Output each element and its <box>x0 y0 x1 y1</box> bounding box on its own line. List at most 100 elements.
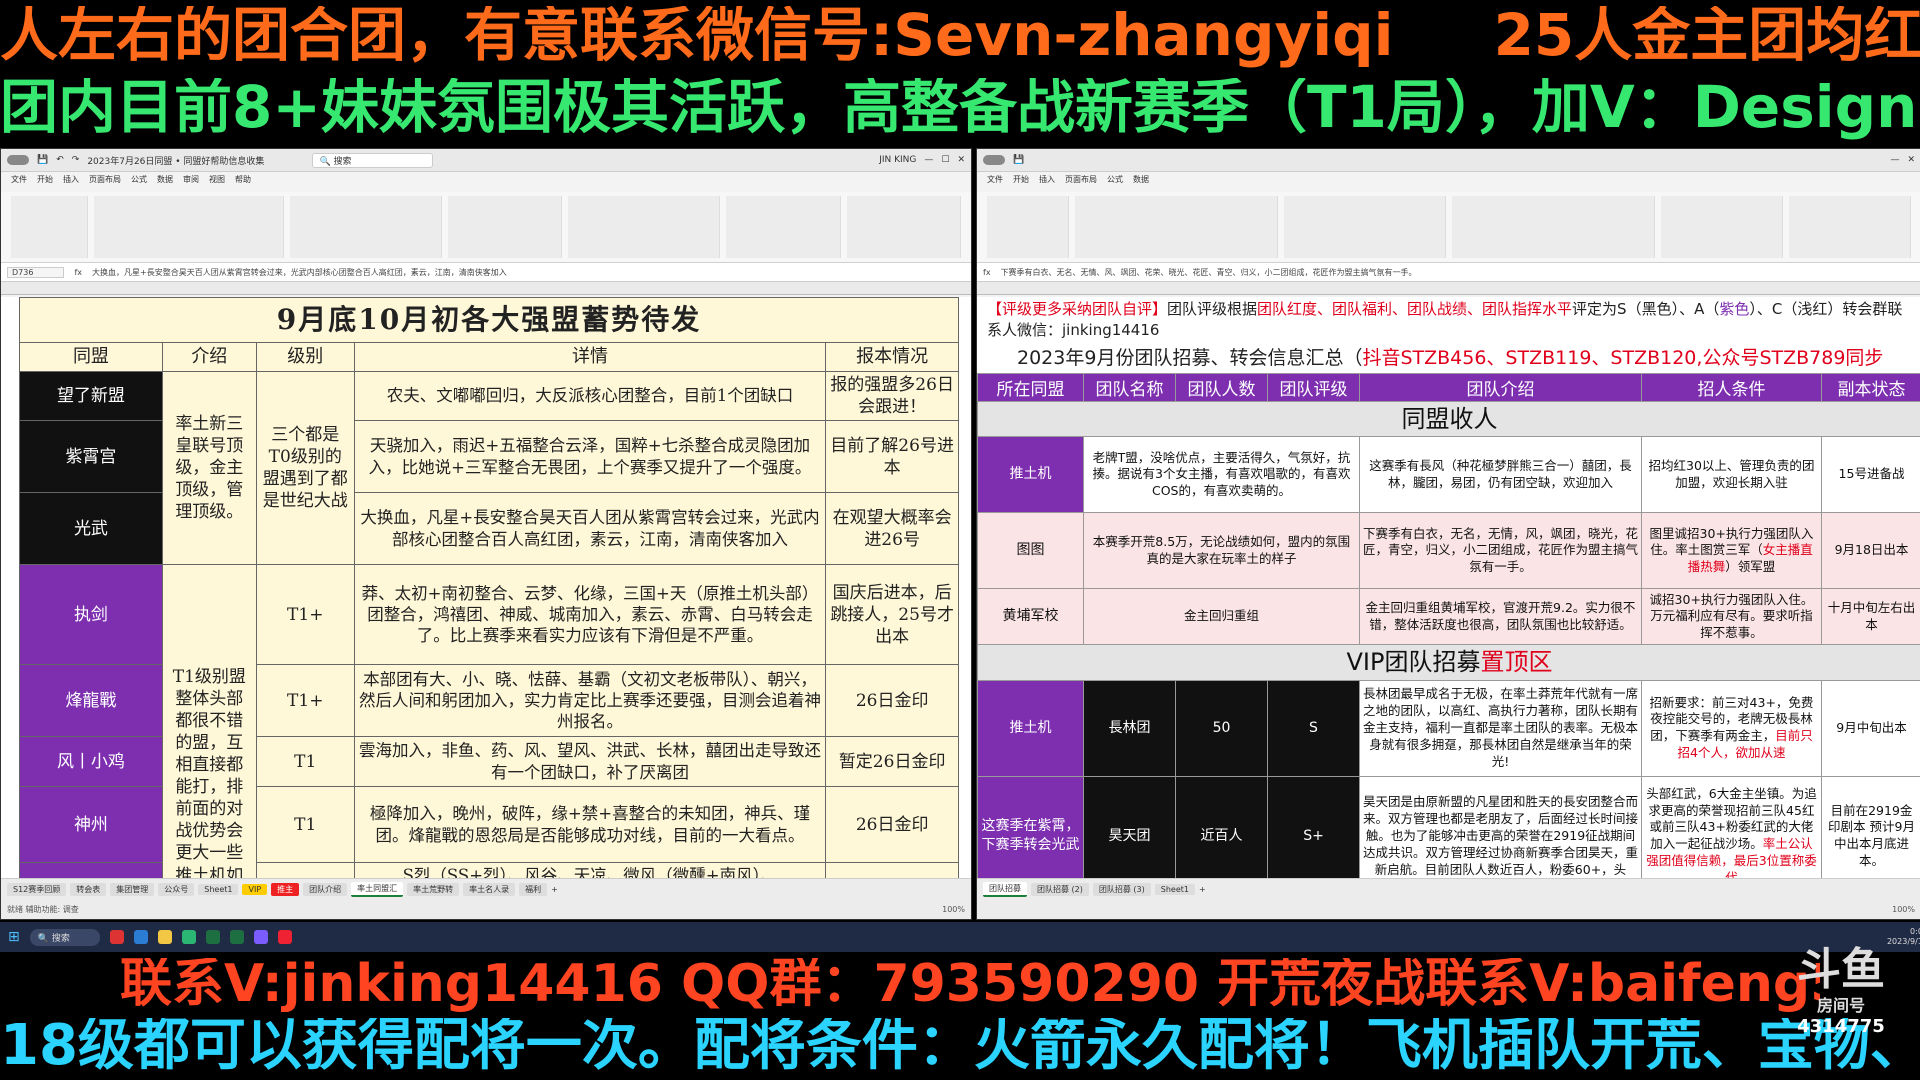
menu-page-layout[interactable]: 页面布局 <box>89 174 121 190</box>
menu-data[interactable]: 数据 <box>1133 174 1149 190</box>
level-cell[interactable] <box>255 862 355 879</box>
sheet-area[interactable]: 9月底10月初各大强盟蓄势待发 同盟 介绍 级别 详情 报本情况 望了新盟 率土… <box>1 297 971 879</box>
formula-bar[interactable]: D736 fx 大换血，凡星+長安整合昊天百人团从紫霄宫转会过来，光武内部核心团… <box>1 263 971 282</box>
team-name[interactable]: 長林团 <box>1083 679 1176 777</box>
redo-icon[interactable]: ↷ <box>72 155 80 165</box>
maximize-icon[interactable]: ☐ <box>941 155 949 165</box>
status-cell[interactable]: 在观望大概率会进26号 <box>825 492 959 566</box>
menu-insert[interactable]: 插入 <box>1039 174 1055 190</box>
minimize-icon[interactable]: — <box>924 155 933 165</box>
sheet-tab[interactable]: 团队介绍 <box>303 882 348 896</box>
sheet-tab[interactable]: Sheet1 <box>1154 883 1195 895</box>
team-count[interactable]: 50 <box>1175 679 1268 777</box>
name-box[interactable]: D736 <box>7 266 65 278</box>
ribbon-editing[interactable] <box>846 196 961 258</box>
sheet-tab[interactable]: 率土荒野转 <box>407 882 460 896</box>
alliance-intro[interactable]: 金主回归重组 <box>1083 588 1360 646</box>
level-cell[interactable]: T1 <box>255 736 355 788</box>
sheet-tab[interactable]: 集团管理 <box>110 882 155 896</box>
formula-bar[interactable]: fx 下赛季有白衣、无名、无情、风、飒团、花荣、晓光、花匠、青空、归义，小二团组… <box>977 263 1920 282</box>
ribbon-cells[interactable] <box>726 196 841 258</box>
requirements[interactable]: 招均红30以上、管理负责的团加盟，欢迎长期入驻 <box>1641 436 1822 514</box>
detail-cell[interactable]: 本部团有大、小、晓、怯薛、基霸（文初文老板带队）、朝兴，然后人间和躬团加入，实力… <box>353 664 827 738</box>
detail-cell[interactable]: S烈（SS+烈）、风谷、天凉、微风（微醺+南风）、 <box>353 862 827 879</box>
menu-file[interactable]: 文件 <box>11 174 27 190</box>
alliance-name[interactable]: 推土机 <box>977 679 1084 777</box>
detail-cell[interactable]: 莽、太初+南初整合、云梦、化缘，三国+天（原推土机头部）团整合，鸿禧团、神威、城… <box>353 564 827 666</box>
sheet-area[interactable]: 【评级更多采纳团队自评】团队评级根据团队红度、团队福利、团队战绩、团队指挥水平评… <box>977 297 1920 879</box>
ribbon-cells[interactable] <box>1660 196 1783 258</box>
alliance-name[interactable]: 烽龍戰 <box>19 664 163 738</box>
ribbon-clipboard[interactable] <box>11 196 88 258</box>
zoom-level[interactable]: 100% <box>1892 905 1915 914</box>
menu-home[interactable]: 开始 <box>37 174 53 190</box>
requirements[interactable]: 诚招30+执行力强团队入住。万元福利应有尽有。要求听指挥不惹事。 <box>1641 588 1822 646</box>
menu-review[interactable]: 审阅 <box>183 174 199 190</box>
level-cell[interactable]: T1+ <box>255 564 355 666</box>
intro-cell[interactable]: 率土新三皇联号顶级，金主顶级，管理顶级。 <box>161 370 257 566</box>
menu-formulas[interactable]: 公式 <box>131 174 147 190</box>
save-icon[interactable]: 💾 <box>1013 155 1024 165</box>
undo-icon[interactable]: ↶ <box>56 155 64 165</box>
detail-cell[interactable]: 天骁加入，雨迟+五福整合云泽，国粹+七杀整合成灵隐团加入，比她说+三军整合无畏团… <box>353 420 827 494</box>
requirements[interactable]: 头部红武，6大金主坐镇。为追求更高的荣誉现招前三队45红或前三队43+粉委红武的… <box>1641 775 1822 879</box>
detail-cell[interactable]: 雲海加入，非鱼、药、风、望风、洪武、长林，囍团出走导致还有一个团缺口，补了厌离团 <box>353 736 827 788</box>
sheet-tab[interactable]: S12赛季回顾 <box>7 882 67 896</box>
menu-view[interactable]: 视图 <box>209 174 225 190</box>
ribbon-font[interactable] <box>1074 196 1278 258</box>
app-icon[interactable] <box>109 930 124 944</box>
alliance-name[interactable] <box>19 862 163 879</box>
menu-data[interactable]: 数据 <box>157 174 173 190</box>
status-cell[interactable]: 目前了解26号进本 <box>825 420 959 494</box>
excel-icon[interactable] <box>229 930 244 944</box>
alliance-name[interactable]: 望了新盟 <box>19 370 163 422</box>
autosave-toggle[interactable] <box>983 155 1005 165</box>
add-sheet-icon[interactable]: + <box>551 885 558 894</box>
alliance-name[interactable]: 黄埔军校 <box>977 588 1084 646</box>
requirements[interactable]: 图里诚招30+执行力强团队入住。率土图赏三军（女主播直播热舞）领军盟 <box>1641 512 1822 590</box>
sheet-tab-vip[interactable]: VIP <box>242 883 268 895</box>
alliance-name[interactable]: 图图 <box>977 512 1084 590</box>
ribbon-alignment[interactable] <box>1283 196 1446 258</box>
status-cell[interactable]: 暂定26日金印 <box>825 736 959 788</box>
intro-cell[interactable]: T1级别盟整体头部都很不错的盟，互相直接都能打，排前面的对战优势会更大一些推土机… <box>161 564 257 879</box>
close-icon[interactable]: ✕ <box>1907 155 1915 165</box>
sheet-tab[interactable]: 团队招募 (2) <box>1031 882 1089 896</box>
detail-cell[interactable]: 农夫、文嘟嘟回归，大反派核心团整合，目前1个团缺口 <box>353 370 827 422</box>
detail-cell[interactable]: 極降加入，晚州，破阵，缘+禁+喜整合的未知团，神兵、瑾团。烽龍戰的恩怨局是否能够… <box>353 786 827 864</box>
sheet-tab[interactable]: 福利 <box>519 882 548 896</box>
save-icon[interactable]: 💾 <box>37 155 48 165</box>
alliance-name[interactable]: 神州 <box>19 786 163 864</box>
ribbon-styles[interactable] <box>568 196 721 258</box>
zoom-level[interactable]: 100% <box>942 905 965 914</box>
alliance-name[interactable]: 光武 <box>19 492 163 566</box>
clock[interactable]: 0:09 2023/9/19 <box>1887 927 1920 946</box>
detail-cell[interactable]: 大换血，凡星+長安整合昊天百人团从紫霄宫转会过来，光武内部核心团整合百人高红团，… <box>353 492 827 566</box>
taskbar-search[interactable]: 🔍 搜索 <box>29 928 100 946</box>
search-box[interactable]: 🔍 搜索 <box>312 152 433 168</box>
ribbon-number[interactable] <box>447 196 563 258</box>
formula-content[interactable]: 下赛季有白衣、无名、无情、风、飒团、花荣、晓光、花匠、青空、归义，小二团组成，花… <box>1001 267 1417 278</box>
app-icon[interactable] <box>253 930 268 944</box>
sheet-tab-active[interactable]: 团队招募 <box>983 881 1027 897</box>
team-intro[interactable]: 昊天团是由原新盟的凡星团和胜天的長安团整合而来。双方管理也都是老朋友了，后面经过… <box>1359 775 1642 879</box>
level-cell[interactable]: 三个都是T0级别的盟遇到了都是世纪大战 <box>255 370 355 566</box>
status-cell[interactable]: 26日金印 <box>825 664 959 738</box>
team-rating[interactable]: S <box>1267 679 1360 777</box>
instance-status[interactable]: 9月中旬出本 <box>1821 679 1920 777</box>
autosave-toggle[interactable] <box>7 155 29 165</box>
alliance-name[interactable]: 风丨小鸡 <box>19 736 163 788</box>
folder-icon[interactable] <box>157 930 172 944</box>
excel-icon[interactable] <box>205 930 220 944</box>
app-icon[interactable] <box>133 930 148 944</box>
minimize-icon[interactable]: — <box>1890 155 1899 165</box>
ribbon-alignment[interactable] <box>289 196 442 258</box>
excel-window-left[interactable]: 💾 ↶ ↷ 2023年7月26日同盟 • 同盟好帮助信息收集 🔍 搜索 JIN … <box>0 148 972 920</box>
menu-formulas[interactable]: 公式 <box>1107 174 1123 190</box>
team-intro[interactable]: 長林团最早成名于无极，在率土莽荒年代就有一席之地的团队，以高红、高执行力著称，团… <box>1359 679 1642 777</box>
sheet-tab[interactable]: 公众号 <box>158 882 195 896</box>
instance-status[interactable]: 十月中旬左右出本 <box>1821 588 1920 646</box>
add-sheet-icon[interactable]: + <box>1199 885 1206 894</box>
instance-status[interactable]: 目前在2919金印剧本 预计9月中出本月底进本。 <box>1821 775 1920 879</box>
level-cell[interactable]: T1+ <box>255 664 355 738</box>
